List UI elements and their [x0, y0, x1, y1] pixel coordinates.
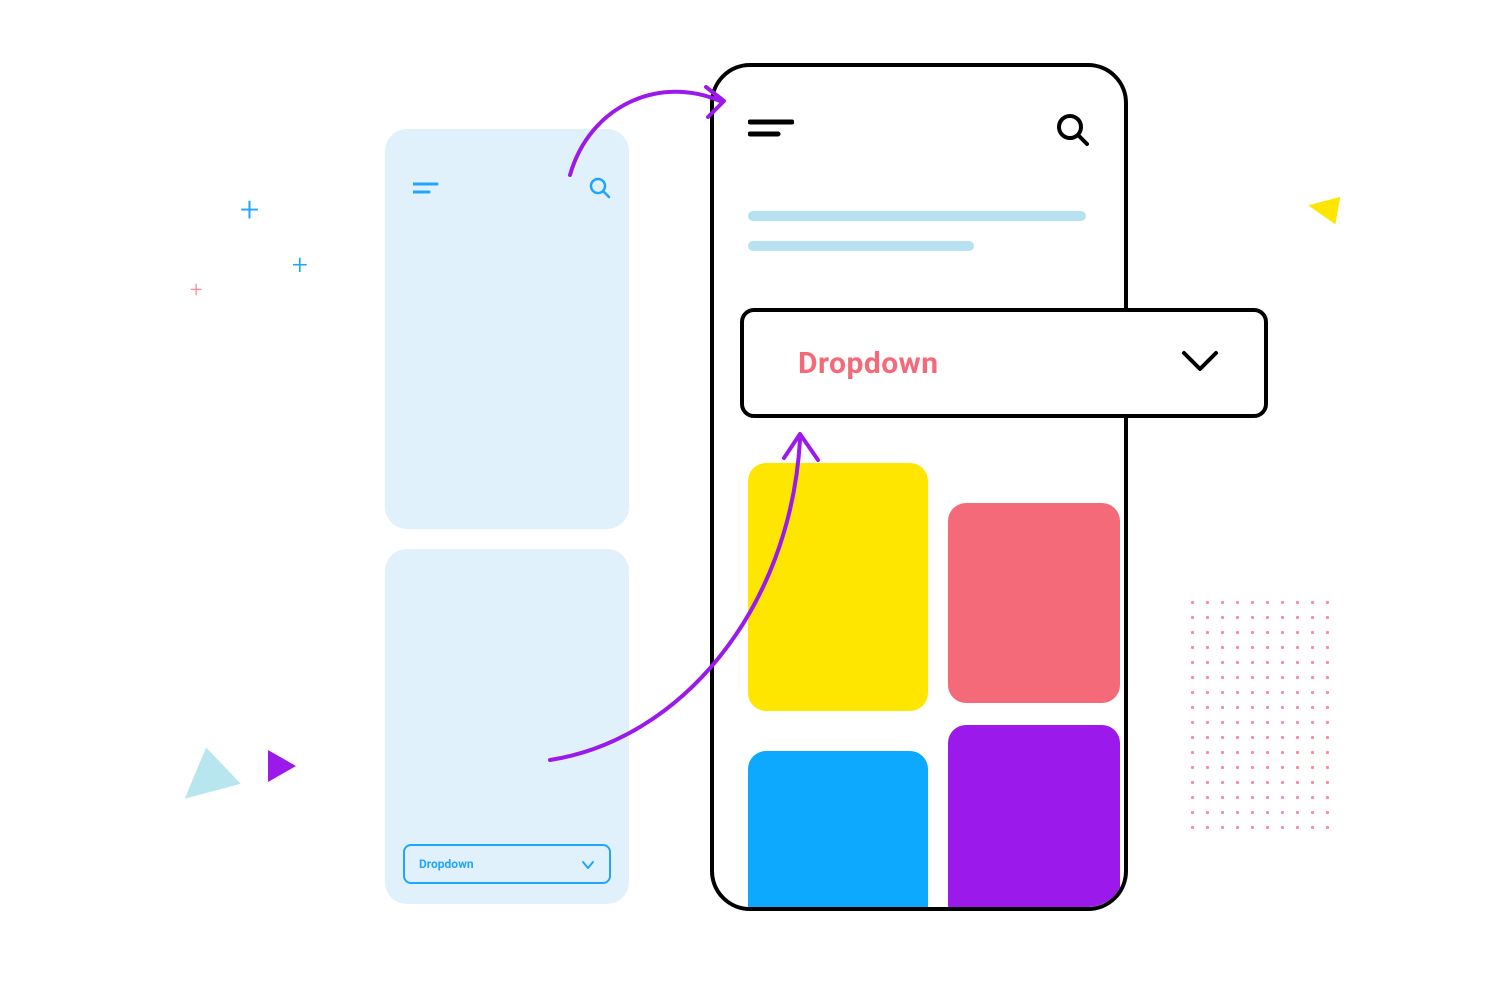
content-card[interactable]	[948, 725, 1120, 911]
triangle-icon	[1306, 192, 1340, 225]
triangle-icon	[268, 750, 296, 782]
placeholder-line	[748, 241, 974, 251]
plus-icon: +	[292, 248, 308, 281]
triangle-icon	[173, 741, 240, 799]
menu-icon[interactable]	[413, 181, 439, 200]
dropdown-label: Dropdown	[798, 346, 939, 381]
arrow-icon	[540, 410, 840, 784]
mini-dropdown[interactable]: Dropdown	[403, 844, 611, 884]
dot-grid-decoration	[1185, 595, 1335, 830]
illustration-stage: + + + Dropdown	[0, 0, 1500, 1004]
plus-icon: +	[240, 190, 259, 230]
search-icon[interactable]	[1056, 113, 1090, 151]
content-card[interactable]	[948, 503, 1120, 703]
dropdown-label: Dropdown	[419, 857, 474, 871]
menu-icon[interactable]	[748, 119, 794, 143]
dropdown[interactable]: Dropdown	[740, 308, 1268, 418]
plus-icon: +	[190, 278, 202, 303]
placeholder-line	[748, 211, 1086, 221]
arrow-icon	[560, 65, 740, 189]
chevron-down-icon	[581, 857, 595, 871]
chevron-down-icon	[1180, 347, 1220, 379]
